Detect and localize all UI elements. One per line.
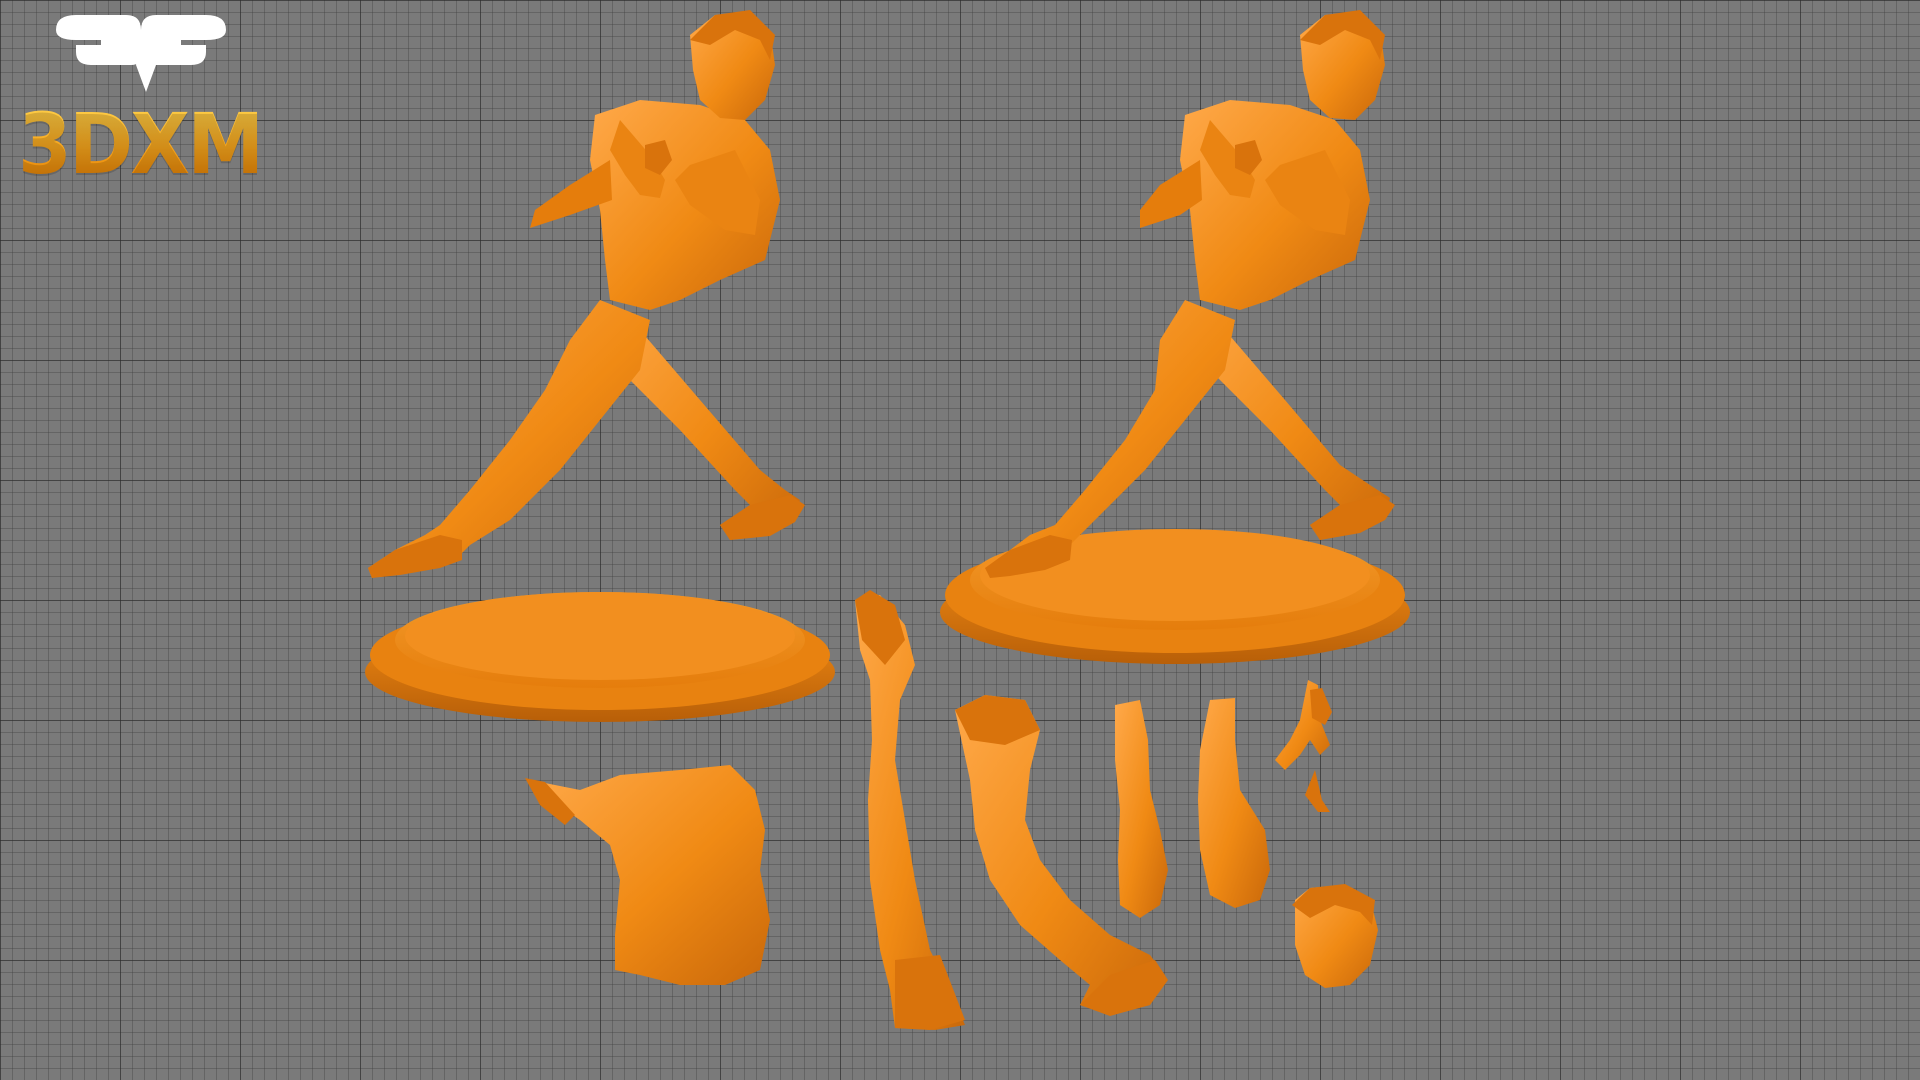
figure-right[interactable] bbox=[985, 10, 1395, 578]
oval-base-left[interactable] bbox=[365, 592, 835, 722]
torso-part[interactable] bbox=[525, 765, 770, 985]
oval-base-right[interactable] bbox=[940, 529, 1410, 664]
left-arm-part[interactable] bbox=[1115, 700, 1168, 918]
left-leg-part[interactable] bbox=[855, 590, 965, 1030]
model-scene bbox=[365, 10, 1410, 1030]
right-arm-part[interactable] bbox=[1198, 698, 1270, 908]
hands-with-pistol-part[interactable] bbox=[1275, 680, 1332, 812]
head-part[interactable] bbox=[1292, 884, 1378, 988]
build-plate-grid: 3DXM bbox=[0, 0, 1920, 1080]
figure-left[interactable] bbox=[368, 10, 805, 578]
